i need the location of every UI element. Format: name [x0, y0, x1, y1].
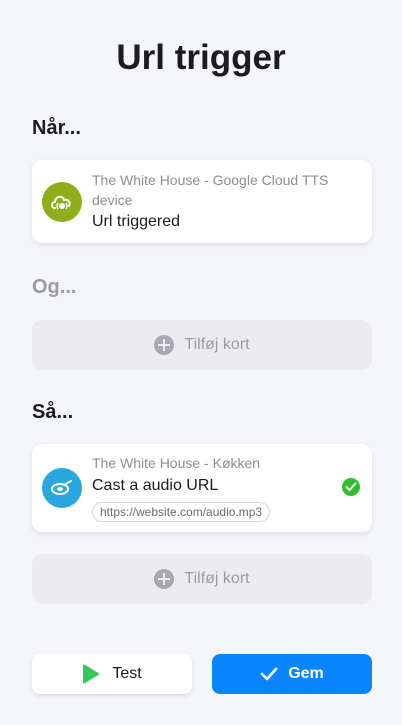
url-argument-chip[interactable]: https://website.com/audio.mp3 [92, 502, 271, 522]
page-title: Url trigger [116, 38, 286, 77]
add-condition-label: Tilføj kort [184, 336, 250, 353]
save-button[interactable]: Gem [212, 654, 372, 694]
plus-circle-icon [154, 569, 175, 589]
action-name: Cast a audio URL [92, 477, 219, 494]
test-button[interactable]: Test [32, 654, 192, 694]
section-label-and: Og... [32, 276, 77, 298]
section-label-then: Så... [32, 401, 74, 423]
save-button-label: Gem [288, 665, 324, 682]
trigger-device-name: The White House - Google Cloud TTS devic… [92, 172, 329, 208]
trigger-name: Url triggered [92, 213, 181, 230]
add-action-button[interactable]: Tilføj kort [32, 554, 372, 604]
play-icon [83, 664, 100, 684]
cast-icon [42, 468, 82, 508]
action-card[interactable]: The White House - Køkken Cast a audio UR… [32, 444, 372, 532]
plus-circle-icon [154, 335, 175, 355]
action-device-name: The White House - Køkken [92, 455, 261, 471]
checkmark-icon [260, 667, 278, 681]
success-check-icon [342, 478, 360, 496]
cloud-sound-icon [42, 182, 82, 222]
add-condition-button[interactable]: Tilføj kort [32, 320, 372, 370]
section-label-when: Når... [32, 117, 81, 139]
add-action-label: Tilføj kort [184, 570, 250, 587]
trigger-card[interactable]: The White House - Google Cloud TTS devic… [32, 160, 372, 243]
test-button-label: Test [112, 665, 142, 682]
